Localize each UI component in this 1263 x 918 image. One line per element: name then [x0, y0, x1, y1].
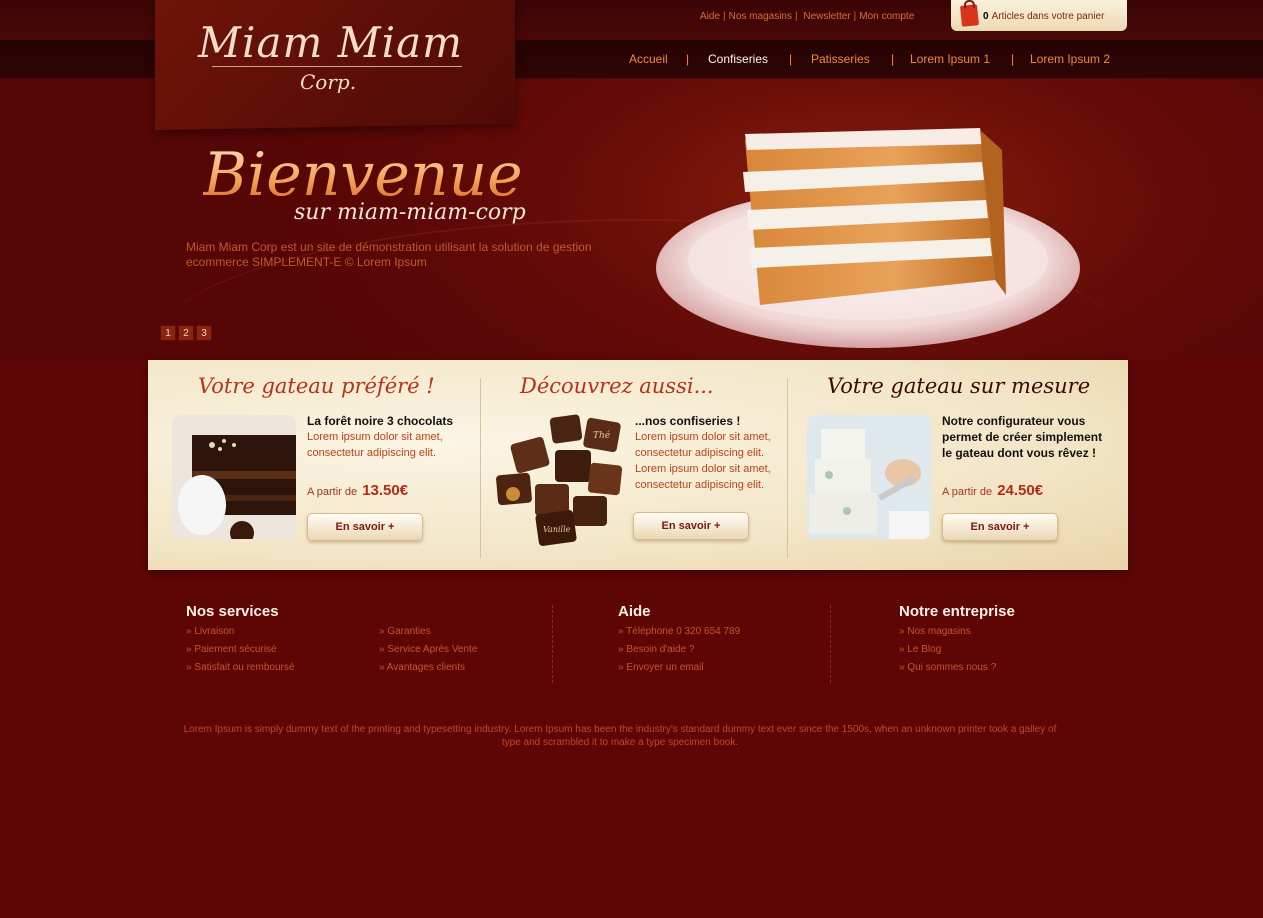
- chocolate-cake-image[interactable]: [172, 415, 296, 539]
- hero-cake-image: [650, 120, 1090, 360]
- product-title[interactable]: Notre configurateur vous permet de créer…: [942, 413, 1112, 461]
- nav-separator: |: [686, 52, 690, 66]
- product-title[interactable]: La forêt noire 3 chocolats: [307, 413, 467, 429]
- footer-link[interactable]: » Qui sommes nous ?: [899, 662, 996, 673]
- footer-divider: [552, 605, 553, 683]
- nav-lorem-ipsum-2[interactable]: Lorem Ipsum 2: [1030, 52, 1110, 66]
- footer-copyright: Lorem Ipsum is simply dummy text of the …: [183, 724, 1057, 748]
- price-value: 13.50€: [362, 482, 409, 499]
- footer-heading-entreprise: Notre entreprise: [899, 603, 1015, 620]
- footer-link[interactable]: » Livraison: [186, 626, 234, 637]
- column-divider: [787, 378, 788, 558]
- footer-link[interactable]: » Envoyer un email: [618, 662, 704, 673]
- product-description: Lorem ipsum dolor sit amet, consectetur …: [635, 431, 771, 491]
- nav-separator: |: [1011, 52, 1015, 66]
- toplink-compte[interactable]: Mon compte: [859, 11, 914, 22]
- learn-more-button[interactable]: En savoir +: [307, 513, 423, 541]
- footer-heading-aide: Aide: [618, 603, 651, 620]
- slide-page-3[interactable]: 3: [196, 325, 212, 341]
- footer-divider: [830, 605, 831, 683]
- nav-patisseries[interactable]: Patisseries: [811, 52, 870, 66]
- footer-link[interactable]: » Paiement sécurisé: [186, 644, 277, 655]
- cart-label: Articles dans votre panier: [991, 11, 1105, 22]
- product-description: Lorem ipsum dolor sit amet, consectetur …: [307, 431, 443, 459]
- heading-discover: Découvrez aussi...: [520, 374, 714, 398]
- footer-link[interactable]: » Téléphone 0 320 654 789: [618, 626, 740, 637]
- price-value: 24.50€: [997, 482, 1044, 499]
- nav-lorem-ipsum-1[interactable]: Lorem Ipsum 1: [910, 52, 990, 66]
- nav-separator: |: [891, 52, 895, 66]
- learn-more-button[interactable]: En savoir +: [942, 513, 1058, 541]
- cart-text: 0 Articles dans votre panier: [983, 11, 1104, 22]
- product-title[interactable]: ...nos confiseries !: [635, 413, 775, 429]
- hero-subtitle: sur miam-miam-corp: [294, 200, 526, 225]
- slide-page-1[interactable]: 1: [160, 325, 176, 341]
- footer-link[interactable]: » Service Après Vente: [379, 644, 477, 655]
- shopping-bag-icon: [959, 4, 980, 27]
- footer-link[interactable]: » Nos magasins: [899, 626, 971, 637]
- chocolates-image[interactable]: Thé Vanille: [493, 412, 625, 548]
- price-label: A partir de: [307, 486, 358, 498]
- logo-title[interactable]: Miam Miam: [198, 18, 463, 67]
- nav-separator: |: [789, 52, 793, 66]
- chocolate-label-the: Thé: [593, 430, 611, 441]
- chocolate-label-vanille: Vanille: [543, 525, 571, 534]
- footer-link[interactable]: » Le Blog: [899, 644, 941, 655]
- product-price: A partir de 24.50€: [942, 482, 1043, 499]
- cart-widget[interactable]: 0 Articles dans votre panier: [951, 0, 1127, 31]
- slide-page-2[interactable]: 2: [178, 325, 194, 341]
- logo-subtitle: Corp.: [300, 70, 357, 94]
- nav-accueil[interactable]: Accueil: [629, 52, 668, 66]
- product-price: A partir de 13.50€: [307, 482, 408, 499]
- column-divider: [480, 378, 481, 558]
- toplink-aide[interactable]: Aide: [700, 11, 720, 22]
- learn-more-button[interactable]: En savoir +: [633, 512, 749, 540]
- footer-link[interactable]: » Avantages clients: [379, 662, 465, 673]
- heading-favorite-cake: Votre gateau préféré !: [198, 374, 435, 398]
- top-links: Aide | Nos magasins | Newsletter | Mon compte: [700, 11, 915, 22]
- logo-divider: [212, 66, 462, 67]
- price-label: A partir de: [942, 486, 993, 498]
- cart-count: 0: [983, 11, 989, 22]
- toplink-newsletter[interactable]: Newsletter: [803, 11, 850, 22]
- footer-heading-services: Nos services: [186, 603, 279, 620]
- nav-confiseries[interactable]: Confiseries: [708, 52, 768, 66]
- footer-link[interactable]: » Satisfait ou remboursé: [186, 662, 294, 673]
- wedding-cake-image[interactable]: [807, 415, 931, 539]
- footer-link[interactable]: » Besoin d'aide ?: [618, 644, 694, 655]
- toplink-magasins[interactable]: Nos magasins: [729, 11, 792, 22]
- hero-text: Miam Miam Corp est un site de démonstrat…: [186, 240, 592, 269]
- footer-link[interactable]: » Garanties: [379, 626, 431, 637]
- heading-custom-cake: Votre gateau sur mesure: [827, 374, 1091, 398]
